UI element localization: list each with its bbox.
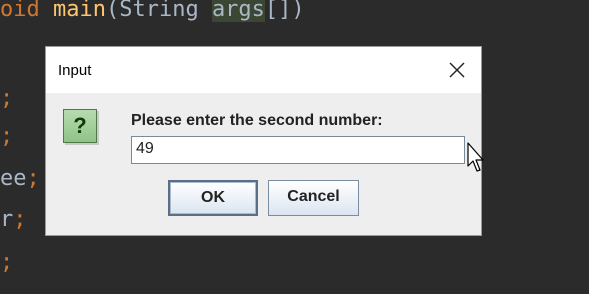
question-icon: ? [63,109,97,143]
prompt-label: Please enter the second number: [131,112,383,129]
close-button[interactable] [441,55,473,85]
input-dialog: Input ? Please enter the second number: … [45,46,482,236]
code-line-6: ; [0,250,14,275]
code-line-3: ; [0,124,14,149]
code-line-4: ee; [0,166,40,191]
cancel-button[interactable]: Cancel [268,180,359,216]
dialog-titlebar[interactable]: Input [46,47,481,93]
code-line-5: r; [0,207,27,232]
close-icon [449,62,465,78]
ok-button[interactable]: OK [168,180,258,216]
number-input[interactable]: 49 [131,136,465,164]
mouse-cursor-icon [467,142,484,172]
code-line-1: oid main(String args[]) [0,0,305,23]
code-line-2: ; [0,86,14,111]
dialog-title: Input [58,62,92,79]
